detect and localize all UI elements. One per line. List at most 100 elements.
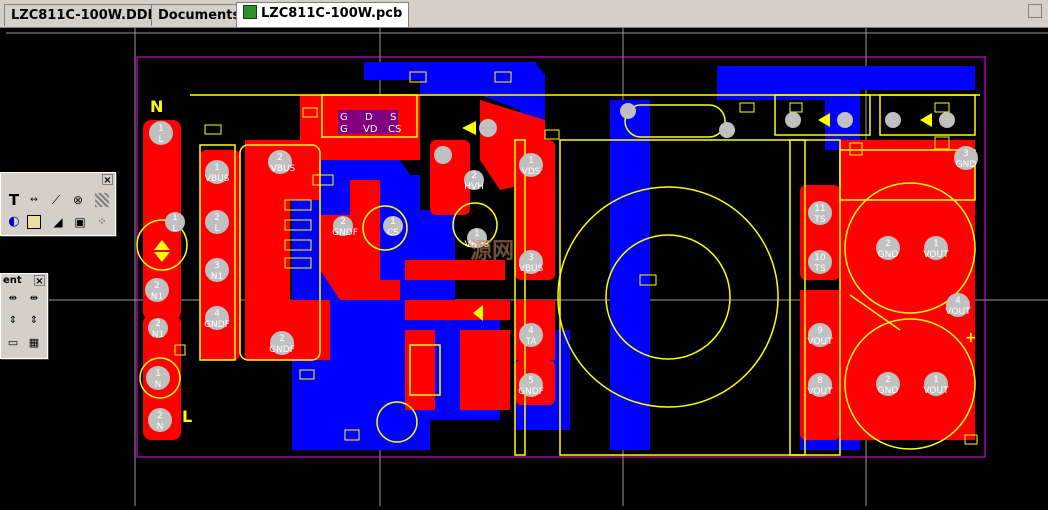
mosfet-label: D [365, 112, 373, 123]
pad-net: GND [956, 160, 977, 170]
pad-num: 2 [471, 171, 477, 181]
grid-arrange-icon[interactable]: ▦ [25, 334, 43, 352]
pad-num: 4 [955, 296, 961, 306]
dimension-tool-icon[interactable]: ↔ [25, 191, 43, 209]
mosfet-label: S [390, 112, 396, 123]
pad-num: 4 [528, 326, 534, 336]
tab-ddb-label: LZC811C-100W.DDB [11, 8, 158, 23]
pad-net: TS [813, 215, 825, 225]
pcb-canvas[interactable]: 1 L 1 VBUS 2 VBUS 2 L 1 L 3 N1 2 N1 4 GN… [0, 28, 1048, 506]
pad-net: VOUT [945, 307, 971, 317]
pad-net: VBUS [205, 174, 230, 184]
pad-num: 3 [214, 261, 220, 271]
pad-num: 2 [157, 411, 163, 421]
arc-tool-icon[interactable]: ◐ [5, 213, 23, 231]
pad-net: L [172, 224, 177, 234]
pad-net: HVH [464, 182, 484, 192]
watermark: 源网 [470, 239, 514, 264]
align-right-icon[interactable]: ⇹ [25, 290, 43, 308]
tab-pcb[interactable]: LZC811C-100W.pcb [236, 2, 410, 27]
pad-num: 2 [155, 319, 161, 329]
window-control-icon[interactable] [1028, 4, 1042, 18]
pad-num: 2 [277, 153, 283, 163]
mosfet-label: G [340, 112, 348, 123]
line-tool-icon[interactable]: ⟋ [47, 191, 65, 209]
pad-net: GNDF [332, 228, 358, 238]
component-tool-icon[interactable]: ▣ [71, 213, 89, 231]
pad-net: L [158, 135, 163, 145]
pad-net: GND [878, 386, 899, 396]
label-n: N [150, 97, 163, 116]
close-icon[interactable]: × [34, 275, 45, 287]
mosfet-label: CS [388, 124, 401, 135]
pad-net: N1 [152, 330, 164, 340]
pad-net: VOUT [923, 250, 949, 260]
mosfet-label: VD [363, 124, 378, 135]
mosfet-label: G [340, 124, 348, 135]
placement-toolbox-titlebar[interactable]: × [1, 173, 115, 187]
align-left-icon[interactable]: ⇹ [4, 290, 22, 308]
pad-num: 1 [158, 124, 164, 134]
pad-net: VOUT [807, 337, 833, 347]
pad-net: TA [525, 337, 538, 347]
polygon-tool-icon[interactable]: ◢ [49, 213, 67, 231]
label-l: L [182, 407, 192, 426]
pad-net: VBUS [271, 164, 296, 174]
pad-num: 3 [963, 149, 969, 159]
pad-net: N1 [211, 272, 223, 282]
pad-net: GNDF [269, 345, 295, 355]
fill-tool-icon[interactable] [27, 215, 41, 229]
component-toolbox[interactable]: ent × ⇹ ⇹ ⇕ ⇕ ▭ ▦ [0, 273, 48, 359]
coordinate-tool-icon[interactable]: ⊗ [69, 191, 87, 209]
pad-num: 1 [933, 375, 939, 385]
pad-net: GNDF [204, 320, 230, 330]
pad-num: 1 [474, 229, 480, 239]
pad-num: 2 [279, 334, 285, 344]
arrange-icon[interactable]: ▭ [4, 334, 22, 352]
pad-num: 1 [172, 213, 178, 223]
pad-num: 1 [155, 369, 161, 379]
pad-num: 1 [390, 217, 396, 227]
close-icon[interactable]: × [102, 174, 113, 186]
pad-net: CS [387, 228, 399, 238]
pad-num: 1 [528, 156, 534, 166]
pad-net: N1 [151, 292, 163, 302]
pad-num: 8 [817, 376, 823, 386]
tab-documents[interactable]: Documents [151, 4, 248, 26]
pad-net: GND [878, 250, 899, 260]
document-tab-bar: LZC811C-100W.DDB Documents LZC811C-100W.… [0, 0, 1048, 28]
pcb-document-icon [243, 5, 257, 19]
pad-num: 4 [214, 309, 220, 319]
pad-num: 11 [814, 204, 825, 214]
component-toolbox-title: ent [3, 275, 22, 286]
mosfet-labels: G D S G VD CS [338, 110, 401, 135]
align-top-icon[interactable]: ⇕ [4, 312, 22, 330]
tab-documents-label: Documents [158, 8, 241, 23]
pad-num: 2 [214, 213, 220, 223]
pad-net: N [155, 380, 162, 390]
pad-num: 3 [528, 253, 534, 263]
align-bottom-icon[interactable]: ⇕ [25, 312, 43, 330]
pad-num: 9 [817, 326, 823, 336]
pad-num: 2 [340, 217, 346, 227]
pad-net: VBUS [519, 264, 544, 274]
pad-net: L [214, 224, 219, 234]
pad-num: 1 [214, 163, 220, 173]
pcb-drawing: 1 L 1 VBUS 2 VBUS 2 L 1 L 3 N1 2 N1 4 GN… [6, 28, 1048, 506]
placement-toolbox[interactable]: × T ↔ ⟋ ⊗ ◐ ◢ ▣ ⁘ [0, 172, 116, 236]
tab-ddb[interactable]: LZC811C-100W.DDB [4, 4, 165, 26]
pad-num: 2 [885, 239, 891, 249]
pad-num: 10 [814, 253, 826, 263]
pad-num: 5 [528, 376, 534, 386]
array-tool-icon[interactable]: ⁘ [93, 213, 111, 231]
pad-num: 1 [933, 239, 939, 249]
fill-pattern-tool-icon[interactable] [95, 193, 109, 207]
text-tool-icon[interactable]: T [5, 191, 23, 209]
pad-net: TS [813, 264, 825, 274]
component-toolbox-titlebar[interactable]: ent × [1, 274, 47, 288]
pad-num: 2 [885, 375, 891, 385]
pad-net: N [157, 422, 164, 432]
tab-pcb-label: LZC811C-100W.pcb [261, 6, 403, 21]
pad-net: VOUT [923, 386, 949, 396]
pad-num: 2 [154, 281, 160, 291]
